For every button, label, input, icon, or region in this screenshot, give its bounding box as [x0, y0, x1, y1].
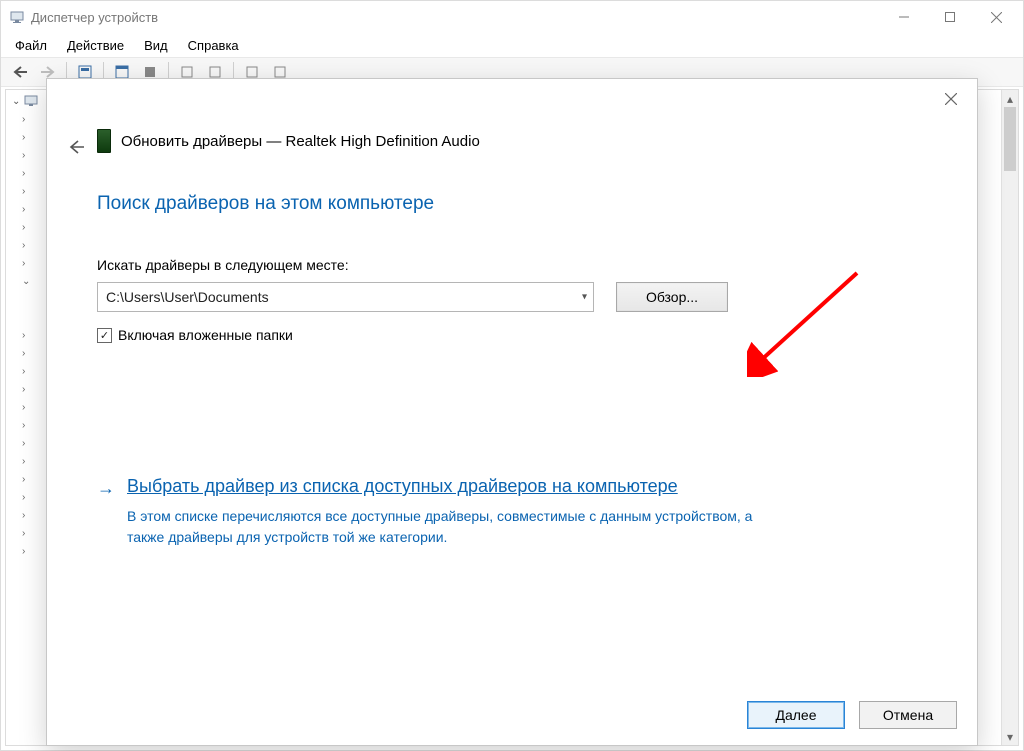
tree-node[interactable]: › — [22, 128, 38, 146]
pick-from-list-description: В этом списке перечисляются все доступны… — [127, 506, 767, 548]
audio-device-icon — [97, 129, 111, 153]
next-button[interactable]: Далее — [747, 701, 845, 729]
tree-node[interactable] — [22, 308, 38, 326]
pick-from-list-option[interactable]: → Выбрать драйвер из списка доступных др… — [97, 476, 917, 548]
scroll-thumb[interactable] — [1004, 107, 1016, 171]
tree-node[interactable]: › — [22, 380, 38, 398]
dialog-title: Обновить драйверы — Realtek High Definit… — [121, 133, 480, 150]
tree-node[interactable]: › — [22, 164, 38, 182]
menubar: Файл Действие Вид Справка — [1, 33, 1023, 57]
tree-node[interactable]: › — [22, 542, 38, 560]
tree-node[interactable]: › — [22, 110, 38, 128]
tree-node[interactable]: › — [22, 236, 38, 254]
tree-node[interactable]: › — [22, 344, 38, 362]
tree-node[interactable]: › — [22, 182, 38, 200]
menu-file[interactable]: Файл — [5, 36, 57, 55]
tree-node[interactable]: › — [22, 434, 38, 452]
window-maximize-button[interactable] — [927, 1, 973, 33]
browse-button[interactable]: Обзор... — [616, 282, 728, 312]
dialog-section-title: Поиск драйверов на этом компьютере — [97, 193, 434, 215]
menu-view[interactable]: Вид — [134, 36, 178, 55]
annotation-arrow — [747, 267, 877, 377]
include-subfolders-row[interactable]: ✓ Включая вложенные папки — [97, 327, 293, 343]
scroll-up-icon[interactable]: ▴ — [1002, 90, 1018, 107]
tree-node[interactable]: › — [22, 326, 38, 344]
tree-node[interactable]: › — [22, 488, 38, 506]
dialog-close-button[interactable] — [931, 83, 971, 115]
arrow-right-icon: → — [97, 476, 115, 498]
tree-node[interactable]: › — [22, 398, 38, 416]
window-title: Диспетчер устройств — [31, 10, 158, 25]
tree-node[interactable]: › — [22, 416, 38, 434]
tree-node[interactable]: › — [22, 254, 38, 272]
tree-node[interactable]: › — [22, 470, 38, 488]
vertical-scrollbar[interactable]: ▴ ▾ — [1001, 90, 1018, 745]
search-path-value: C:\Users\User\Documents — [106, 289, 269, 305]
device-tree[interactable]: ⌄ › › › › › › › › › ⌄ › › › › — [12, 94, 38, 560]
tree-node[interactable]: › — [22, 362, 38, 380]
toolbar-back-button[interactable] — [7, 60, 33, 84]
search-path-combobox[interactable]: C:\Users\User\Documents ▾ — [97, 282, 594, 312]
tree-root[interactable]: ⌄ — [12, 94, 38, 108]
scroll-down-icon[interactable]: ▾ — [1002, 728, 1018, 745]
app-icon — [9, 9, 25, 25]
tree-node[interactable]: › — [22, 506, 38, 524]
tree-node[interactable] — [22, 290, 38, 308]
include-subfolders-label: Включая вложенные папки — [118, 327, 293, 343]
tree-node[interactable]: › — [22, 452, 38, 470]
search-path-label: Искать драйверы в следующем месте: — [97, 257, 349, 273]
update-drivers-dialog: Обновить драйверы — Realtek High Definit… — [46, 78, 978, 746]
menu-help[interactable]: Справка — [178, 36, 249, 55]
window-minimize-button[interactable] — [881, 1, 927, 33]
include-subfolders-checkbox[interactable]: ✓ — [97, 328, 112, 343]
tree-node[interactable]: › — [22, 218, 38, 236]
tree-node[interactable]: ⌄ — [22, 272, 38, 290]
tree-node[interactable]: › — [22, 146, 38, 164]
chevron-down-icon: ▾ — [582, 292, 587, 303]
window-titlebar: Диспетчер устройств — [1, 1, 1023, 33]
tree-node[interactable]: › — [22, 524, 38, 542]
pick-from-list-title[interactable]: Выбрать драйвер из списка доступных драй… — [127, 476, 678, 497]
cancel-button[interactable]: Отмена — [859, 701, 957, 729]
dialog-header: Обновить драйверы — Realtek High Definit… — [97, 129, 947, 153]
dialog-back-button[interactable] — [61, 132, 91, 162]
computer-icon — [24, 94, 38, 108]
window-close-button[interactable] — [973, 1, 1019, 33]
menu-action[interactable]: Действие — [57, 36, 134, 55]
tree-node[interactable]: › — [22, 200, 38, 218]
